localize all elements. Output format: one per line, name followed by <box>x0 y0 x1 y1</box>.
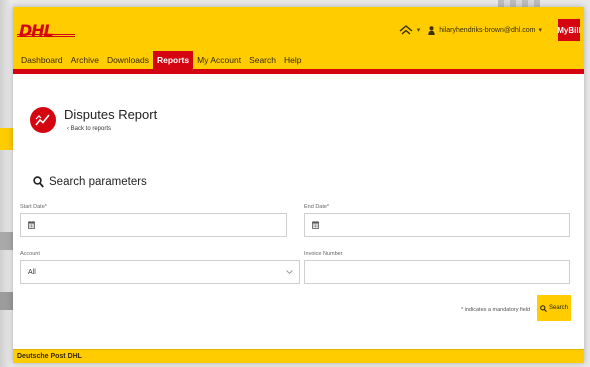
user-icon <box>428 25 435 35</box>
mybill-button[interactable]: MyBill <box>557 19 581 41</box>
logo-speed-lines <box>17 34 75 38</box>
start-date-label: Start Date* <box>20 204 47 210</box>
nav-help[interactable]: Help <box>280 55 305 69</box>
search-icon <box>540 304 547 312</box>
nav-my-account[interactable]: My Account <box>193 55 245 69</box>
footer: Deutsche Post DHL <box>13 349 584 363</box>
nav-search[interactable]: Search <box>245 55 280 69</box>
end-date-label: End Date* <box>304 204 330 210</box>
background-strip <box>0 292 14 310</box>
user-area: ▾ hilaryhendriks-brown@dhl.com ▾ MyBill <box>399 19 584 41</box>
search-parameters-heading: Search parameters <box>33 176 147 188</box>
user-email-menu[interactable]: hilaryhendriks-brown@dhl.com <box>439 27 535 34</box>
start-date-field[interactable] <box>20 213 287 237</box>
chevron-down-icon[interactable]: ▾ <box>417 26 421 34</box>
mandatory-field-note: * indicates a mandatory field <box>461 307 531 313</box>
search-button-label: Search <box>548 305 568 311</box>
chevron-down-icon <box>286 270 293 275</box>
nav-downloads[interactable]: Downloads <box>103 55 153 69</box>
report-trend-icon <box>30 107 56 133</box>
app-window: DHL ▾ hilaryhendriks-brown@dhl.com ▾ MyB… <box>13 7 584 363</box>
calendar-icon[interactable] <box>28 221 35 229</box>
invoice-number-input[interactable] <box>304 260 570 284</box>
back-to-reports-link[interactable]: ‹ Back to reports <box>67 126 111 132</box>
account-label: Account <box>20 251 40 257</box>
search-heading-text: Search parameters <box>49 176 147 188</box>
chevron-down-icon[interactable]: ▾ <box>538 26 542 34</box>
end-date-field[interactable] <box>304 213 570 237</box>
nav-archive[interactable]: Archive <box>67 55 103 69</box>
background-strip <box>0 128 14 150</box>
search-icon <box>33 176 44 188</box>
nav-dashboard[interactable]: Dashboard <box>17 55 67 69</box>
header-divider <box>13 69 584 74</box>
header: DHL ▾ hilaryhendriks-brown@dhl.com ▾ MyB… <box>13 7 584 69</box>
main-nav: Dashboard Archive Downloads Reports My A… <box>17 51 305 69</box>
invoice-number-label: Invoice Number <box>304 251 343 257</box>
search-button[interactable]: Search <box>537 295 571 321</box>
background-shadow <box>0 0 12 367</box>
account-select-value: All <box>28 268 36 276</box>
footer-brand-text: Deutsche Post DHL <box>17 353 82 360</box>
nav-reports[interactable]: Reports <box>153 51 194 69</box>
account-select[interactable]: All <box>20 260 300 284</box>
back-link-label: Back to reports <box>70 126 112 132</box>
home-icon[interactable] <box>399 24 413 36</box>
background-strip <box>0 232 14 250</box>
page-title: Disputes Report <box>64 107 158 122</box>
calendar-icon[interactable] <box>312 221 319 229</box>
